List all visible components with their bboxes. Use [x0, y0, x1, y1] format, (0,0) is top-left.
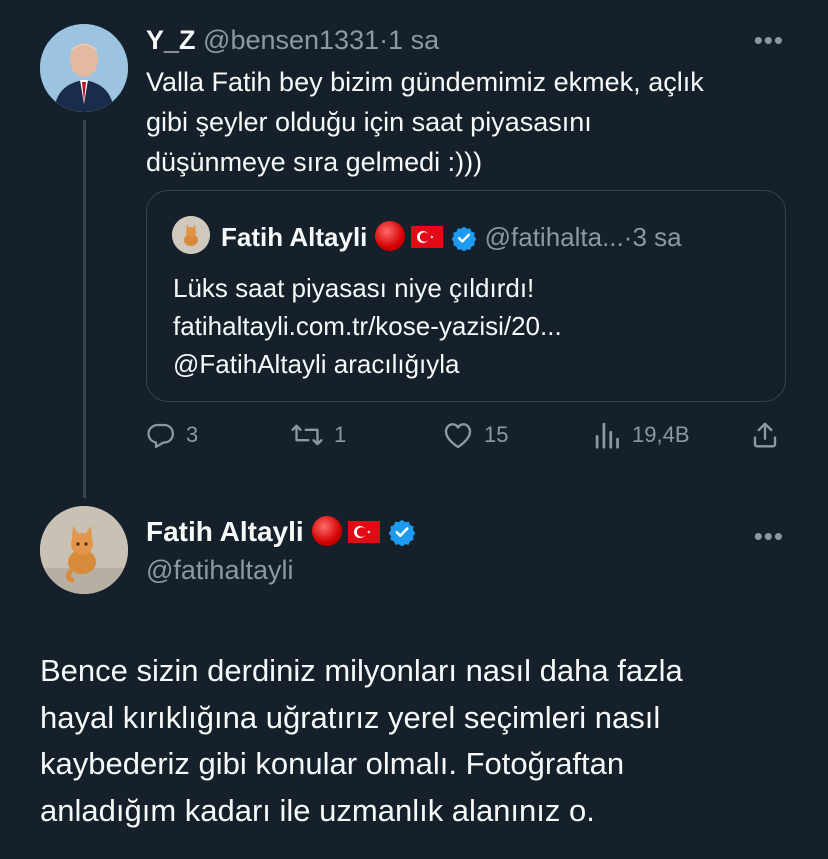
views-button[interactable]: 19,4B	[594, 420, 690, 450]
red-circle-icon	[311, 516, 342, 546]
avatar[interactable]	[40, 506, 128, 594]
tweet-time[interactable]: 1 sa	[388, 25, 439, 55]
text-line: Valla Fatih bey bizim gündemimiz ekmek, …	[146, 67, 704, 97]
reply-tweet-text: Valla Fatih bey bizim gündemimiz ekmek, …	[146, 62, 786, 182]
text-line: Lüks saat piyasası niye çıldırdı!	[173, 273, 535, 303]
quoted-tweet-card[interactable]: Fatih Altayli @fatihalta...·3 sa Lüks sa…	[146, 190, 786, 402]
reply-button[interactable]: 3	[146, 420, 198, 450]
quoted-avatar	[172, 216, 210, 254]
text-line: fatihaltayli.com.tr/kose-yazisi/20...	[173, 311, 562, 341]
view-count: 19,4B	[632, 422, 690, 447]
more-options-icon[interactable]: •••	[754, 27, 784, 53]
more-options-icon[interactable]: •••	[754, 523, 784, 549]
author-handle[interactable]: @bensen1331	[203, 25, 379, 55]
author-name[interactable]: Fatih Altayli	[146, 516, 304, 547]
text-line: düşünmeye sıra gelmedi :)))	[146, 147, 483, 177]
retweet-icon	[291, 424, 323, 446]
text-line: kaybederiz gibi konular olmalı. Fotoğraf…	[40, 746, 625, 781]
quoted-author-name: Fatih Altayli	[221, 222, 368, 252]
analytics-icon	[595, 422, 619, 449]
quoted-tweet-time: 3 sa	[632, 222, 682, 252]
heart-icon	[444, 423, 472, 449]
text-line: gibi şeyler olduğu için saat piyasasını	[146, 107, 592, 137]
separator-dot: ·	[379, 25, 389, 55]
main-tweet-header: Fatih Altayli	[146, 514, 416, 555]
reply-tweet-header: Y_Z @bensen1331·1 sa	[146, 24, 439, 56]
turkey-flag-icon	[347, 521, 380, 543]
like-button[interactable]: 15	[442, 420, 508, 450]
quoted-tweet-header: Fatih Altayli @fatihalta...·3 sa	[221, 221, 682, 258]
like-count: 15	[484, 422, 509, 447]
retweet-button[interactable]: 1	[290, 420, 346, 450]
verified-badge-icon	[451, 225, 477, 258]
cat-photo-icon	[40, 506, 128, 594]
retweet-count: 1	[334, 422, 347, 447]
thread-connector-line	[83, 120, 86, 498]
red-circle-icon	[375, 221, 406, 251]
cat-photo-icon	[172, 216, 210, 254]
verified-badge-icon	[388, 518, 416, 555]
share-icon	[753, 422, 777, 448]
tweet-action-bar: 3 1 15 19,4B	[146, 420, 786, 460]
share-button[interactable]	[750, 420, 790, 450]
author-handle[interactable]: @fatihaltayli	[146, 553, 293, 587]
reply-count: 3	[186, 422, 199, 447]
author-name[interactable]: Y_Z	[146, 25, 196, 55]
reply-icon	[147, 423, 174, 448]
quoted-tweet-text: Lüks saat piyasası niye çıldırdı! fatiha…	[173, 269, 562, 383]
text-line: anladığım kadarı ile uzmanlık alanınız o…	[40, 792, 595, 828]
avatar[interactable]	[40, 24, 128, 112]
main-tweet-text: Bence sizin derdiniz milyonları nasıl da…	[40, 648, 800, 834]
quoted-author-handle: @fatihalta...	[484, 222, 624, 252]
profile-photo-icon	[40, 24, 128, 112]
text-line: @FatihAltayli aracılığıyla	[173, 349, 460, 379]
text-line: hayal kırıklığına uğratırız yerel seçiml…	[40, 699, 661, 735]
text-line: Bence sizin derdiniz milyonları nasıl da…	[40, 653, 683, 688]
turkey-flag-icon	[411, 226, 444, 248]
